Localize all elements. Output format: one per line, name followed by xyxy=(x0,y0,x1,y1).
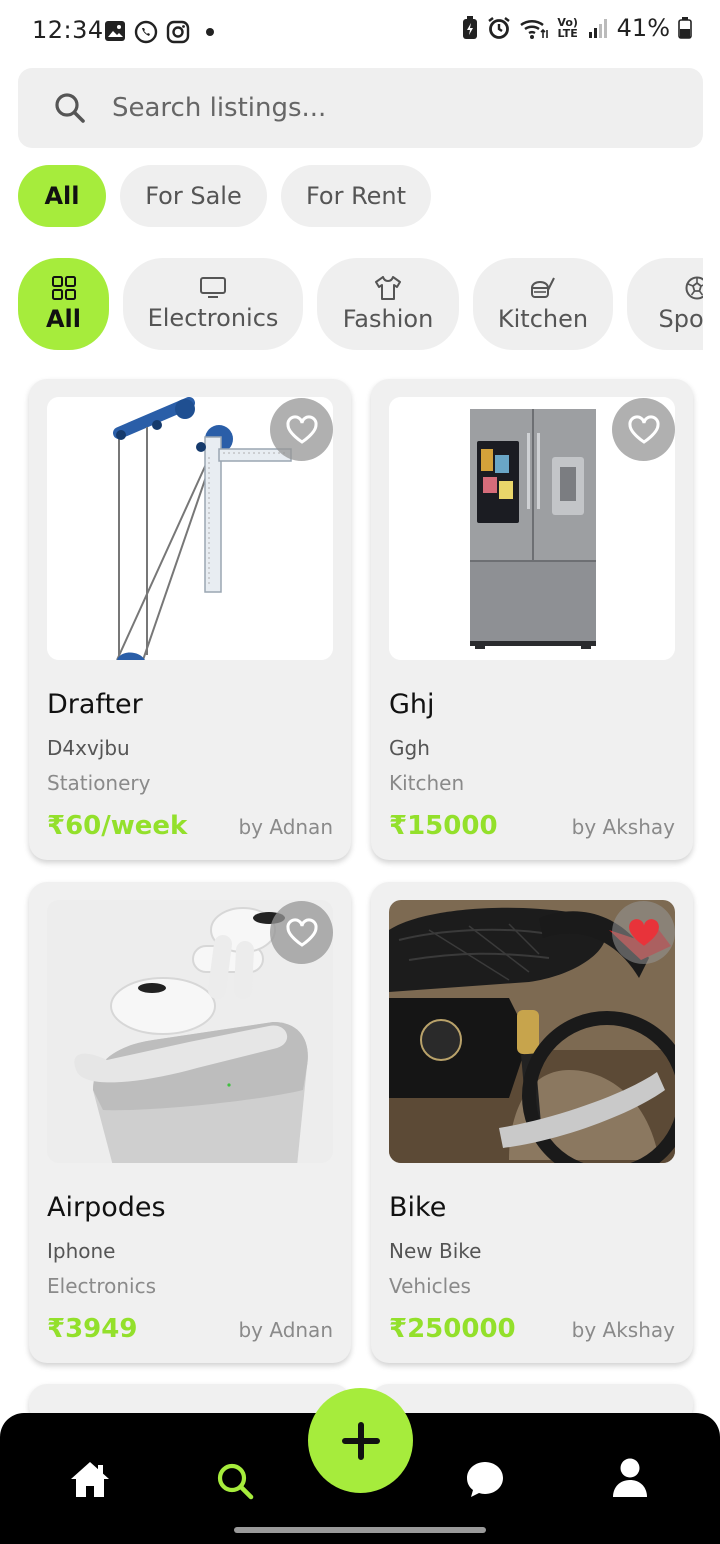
category-label: Fashion xyxy=(342,305,434,333)
category-all[interactable]: All xyxy=(18,258,109,350)
category-label: All xyxy=(45,305,82,333)
battery-saver-icon xyxy=(462,16,477,39)
listing-seller: by Akshay xyxy=(571,1318,675,1342)
favorite-button[interactable] xyxy=(270,901,333,964)
battery-percentage: 41% xyxy=(616,14,670,42)
search-input[interactable] xyxy=(112,68,672,148)
listing-card[interactable]: Drafter D4xvjbu Stationery ₹60/week by A… xyxy=(29,379,351,860)
category-kitchen[interactable]: Kitchen xyxy=(473,258,613,350)
listing-seller: by Adnan xyxy=(238,1318,333,1342)
favorite-button[interactable] xyxy=(270,398,333,461)
listing-card[interactable]: Ghj Ggh Kitchen ₹15000 by Akshay xyxy=(371,379,693,860)
status-right: Vo) LTE 41% xyxy=(461,14,692,42)
favorite-button[interactable] xyxy=(612,398,675,461)
status-time: 12:34 xyxy=(32,16,104,44)
category-label: Electronics xyxy=(147,304,279,332)
listing-price: ₹15000 xyxy=(389,811,498,841)
listing-description: Iphone xyxy=(47,1239,116,1263)
signal-icon xyxy=(588,19,607,38)
category-label: Kitchen xyxy=(497,305,589,333)
listing-description: Ggh xyxy=(389,736,430,760)
search-icon[interactable] xyxy=(215,1461,255,1501)
listing-seller: by Akshay xyxy=(571,815,675,839)
monitor-icon xyxy=(200,277,226,298)
filter-chip-for-sale[interactable]: For Sale xyxy=(120,165,267,227)
whatsapp-icon xyxy=(134,20,158,44)
listing-price: ₹3949 xyxy=(47,1314,138,1344)
heart-outline-icon xyxy=(285,917,318,947)
shirt-icon xyxy=(375,276,401,300)
listing-seller: by Adnan xyxy=(238,815,333,839)
home-icon[interactable] xyxy=(69,1459,111,1499)
category-row[interactable]: All Electronics Fashion Kitchen Sports xyxy=(18,258,703,352)
battery-icon xyxy=(678,17,692,39)
search-bar[interactable] xyxy=(18,68,703,148)
listing-description: New Bike xyxy=(389,1239,482,1263)
filter-chip-label: For Sale xyxy=(145,182,242,210)
listing-price: ₹60/week xyxy=(47,811,188,841)
listing-card[interactable]: Bike New Bike Vehicles ₹250000 by Akshay xyxy=(371,882,693,1363)
listing-title: Airpodes xyxy=(47,1192,166,1223)
wifi-icon xyxy=(519,20,548,39)
heart-filled-icon xyxy=(628,918,659,946)
add-icon xyxy=(341,1421,380,1460)
listing-category: Vehicles xyxy=(389,1274,471,1298)
kitchen-icon xyxy=(531,277,555,298)
filter-chip-label: All xyxy=(44,182,80,210)
dot-icon xyxy=(206,28,214,36)
category-fashion[interactable]: Fashion xyxy=(317,258,459,350)
gallery-icon xyxy=(105,21,125,41)
heart-outline-icon xyxy=(285,414,318,444)
filter-chip-for-rent[interactable]: For Rent xyxy=(281,165,431,227)
alarm-icon xyxy=(487,17,510,39)
filter-chip-all[interactable]: All xyxy=(18,165,106,227)
profile-icon[interactable] xyxy=(611,1457,649,1499)
add-listing-button[interactable] xyxy=(308,1388,413,1493)
instagram-icon xyxy=(166,20,190,44)
listing-title: Drafter xyxy=(47,689,143,720)
search-icon xyxy=(55,93,85,123)
category-label: Sports xyxy=(658,305,703,333)
listing-description: D4xvjbu xyxy=(47,736,130,760)
listing-price: ₹250000 xyxy=(389,1314,516,1344)
grid-icon xyxy=(51,276,76,300)
listing-card[interactable]: Airpodes Iphone Electronics ₹3949 by Adn… xyxy=(29,882,351,1363)
listing-category: Electronics xyxy=(47,1274,157,1298)
favorite-button[interactable] xyxy=(612,901,675,964)
filter-chip-label: For Rent xyxy=(305,182,407,210)
category-sports[interactable]: Sports xyxy=(627,258,703,350)
status-bar: 12:34 Vo) LTE 41% xyxy=(0,0,720,64)
listing-title: Ghj xyxy=(389,689,435,720)
listing-category: Kitchen xyxy=(389,771,465,795)
ball-icon xyxy=(685,276,703,300)
category-electronics[interactable]: Electronics xyxy=(123,258,303,350)
home-indicator xyxy=(234,1527,486,1533)
heart-outline-icon xyxy=(627,414,660,444)
network-label: Vo) LTE xyxy=(557,16,578,40)
listing-title: Bike xyxy=(389,1192,447,1223)
chat-icon[interactable] xyxy=(465,1459,505,1499)
listing-category: Stationery xyxy=(47,771,151,795)
